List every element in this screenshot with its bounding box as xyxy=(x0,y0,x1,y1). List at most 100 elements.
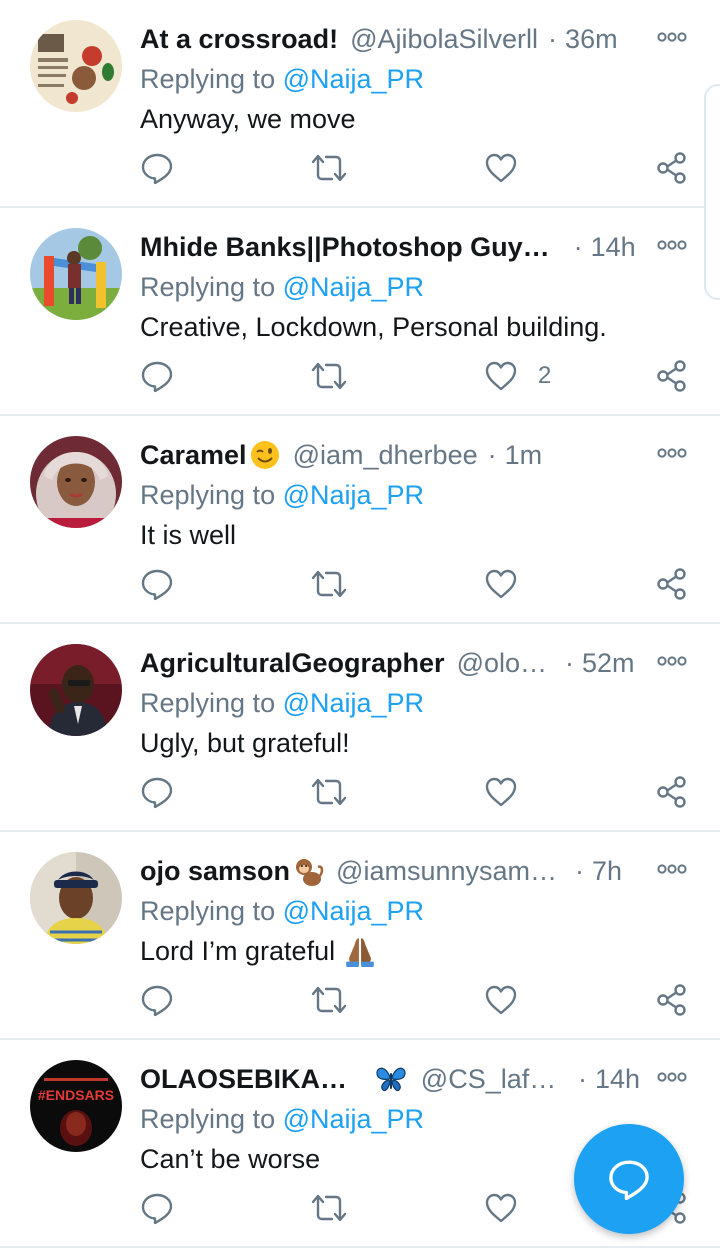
separator-dot: · xyxy=(575,856,585,886)
reply-button[interactable] xyxy=(140,146,174,190)
retweet-icon xyxy=(311,154,347,182)
retweet-icon xyxy=(311,778,347,806)
more-icon[interactable] xyxy=(656,1070,688,1084)
replying-to: Replying to @Naija_PR xyxy=(140,62,424,96)
replying-to: Replying to @Naija_PR xyxy=(140,478,424,512)
display-name[interactable]: AgriculturalGeographer xyxy=(140,646,445,680)
replying-to-label: Replying to xyxy=(140,272,283,302)
replying-to: Replying to @Naija_PR xyxy=(140,270,424,304)
tweet-text: Creative, Lockdown, Personal building. xyxy=(140,312,607,342)
side-drawer-handle[interactable] xyxy=(704,84,720,300)
retweet-button[interactable] xyxy=(310,354,348,398)
like-button[interactable]: 2 xyxy=(484,354,551,398)
replying-to-label: Replying to xyxy=(140,64,283,94)
heart-icon xyxy=(485,569,517,599)
tweet-actions: 2 xyxy=(0,354,720,398)
more-icon[interactable] xyxy=(656,30,688,44)
display-name[interactable]: OLAOSEBIKAN™ xyxy=(140,1062,363,1096)
tweet[interactable]: Caramel @iam_dherbee · 1m Replying to @N… xyxy=(0,416,720,624)
tweet[interactable]: AgriculturalGeographer @olo… · 52m Reply… xyxy=(0,624,720,832)
timestamp[interactable]: 36m xyxy=(565,22,618,56)
display-name[interactable]: ojo samson xyxy=(140,854,290,888)
like-button[interactable] xyxy=(484,562,538,606)
reply-icon xyxy=(141,153,173,185)
mention-link[interactable]: @Naija_PR xyxy=(283,1104,424,1134)
share-icon xyxy=(657,568,686,600)
mention-link[interactable]: @Naija_PR xyxy=(283,272,424,302)
winking-face-emoji xyxy=(250,441,279,469)
replying-to-label: Replying to xyxy=(140,688,283,718)
share-button[interactable] xyxy=(656,562,688,606)
like-button[interactable] xyxy=(484,770,538,814)
more-icon[interactable] xyxy=(656,446,688,460)
avatar[interactable] xyxy=(30,644,122,736)
retweet-icon xyxy=(311,362,347,390)
timestamp[interactable]: 1m xyxy=(505,438,543,472)
retweet-button[interactable] xyxy=(310,770,348,814)
share-button[interactable] xyxy=(656,978,688,1022)
display-name[interactable]: At a crossroad! xyxy=(140,22,338,56)
tweet-actions xyxy=(0,770,720,814)
reply-icon xyxy=(141,1193,173,1225)
tweet-actions xyxy=(0,978,720,1022)
like-button[interactable] xyxy=(484,978,538,1022)
retweet-button[interactable] xyxy=(310,1186,348,1230)
timestamp[interactable]: 14h xyxy=(595,1062,640,1096)
mention-link[interactable]: @Naija_PR xyxy=(283,688,424,718)
avatar[interactable]: #ENDSARS xyxy=(30,1060,122,1152)
more-icon[interactable] xyxy=(656,862,688,876)
reply-button[interactable] xyxy=(140,1186,174,1230)
retweet-button[interactable] xyxy=(310,978,348,1022)
like-button[interactable] xyxy=(484,1186,538,1230)
like-button[interactable] xyxy=(484,146,538,190)
more-icon[interactable] xyxy=(656,238,688,252)
heart-icon xyxy=(485,985,517,1015)
separator-dot: · xyxy=(565,648,575,678)
tweet[interactable]: At a crossroad! @AjibolaSilverll · 36m R… xyxy=(0,0,720,208)
separator-dot: · xyxy=(548,24,558,54)
handle[interactable]: @CS_lafl… xyxy=(421,1062,560,1096)
avatar-badge-text: #ENDSARS xyxy=(38,1087,114,1103)
timestamp[interactable]: 7h xyxy=(592,854,622,888)
share-button[interactable] xyxy=(656,354,688,398)
tweet[interactable]: Mhide Banks||Photoshop Guy… · 14h Replyi… xyxy=(0,208,720,416)
reply-button[interactable] xyxy=(140,770,174,814)
reply-icon xyxy=(141,569,173,601)
share-button[interactable] xyxy=(656,146,688,190)
replying-to-label: Replying to xyxy=(140,480,283,510)
tweet-actions xyxy=(0,562,720,606)
display-name[interactable]: Mhide Banks||Photoshop Guy… xyxy=(140,230,550,264)
handle[interactable]: @iam_dherbee xyxy=(293,438,478,472)
mention-link[interactable]: @Naija_PR xyxy=(283,896,424,926)
mention-link[interactable]: @Naija_PR xyxy=(283,64,424,94)
retweet-button[interactable] xyxy=(310,146,348,190)
share-button[interactable] xyxy=(656,770,688,814)
avatar[interactable] xyxy=(30,228,122,320)
display-name[interactable]: Caramel xyxy=(140,438,247,472)
tweet-text-content: Lord I’m grateful xyxy=(140,936,336,966)
separator-dot: · xyxy=(573,232,583,262)
tweet-text: Lord I’m grateful xyxy=(140,934,377,968)
tweet-text: Can’t be worse xyxy=(140,1144,321,1174)
avatar[interactable] xyxy=(30,20,122,112)
tweet[interactable]: ojo samson @iamsunnysam… · 7h Replying t… xyxy=(0,832,720,1040)
mention-link[interactable]: @Naija_PR xyxy=(283,480,424,510)
handle[interactable]: @iamsunnysam… xyxy=(336,854,557,888)
tweet-text: It is well xyxy=(140,520,237,550)
reply-button[interactable] xyxy=(140,562,174,606)
timestamp[interactable]: 14h xyxy=(591,230,636,264)
retweet-button[interactable] xyxy=(310,562,348,606)
avatar[interactable] xyxy=(30,852,122,944)
timestamp[interactable]: 52m xyxy=(582,646,635,680)
reply-icon xyxy=(141,361,173,393)
replying-to-label: Replying to xyxy=(140,896,283,926)
compose-reply-button[interactable] xyxy=(574,1124,684,1234)
reply-button[interactable] xyxy=(140,978,174,1022)
tweet-feed: At a crossroad! @AjibolaSilverll · 36m R… xyxy=(0,0,720,1250)
handle[interactable]: @olo… xyxy=(457,646,547,680)
reply-button[interactable] xyxy=(140,354,174,398)
avatar[interactable] xyxy=(30,436,122,528)
more-icon[interactable] xyxy=(656,654,688,668)
handle[interactable]: @AjibolaSilverll xyxy=(350,22,538,56)
share-icon xyxy=(657,776,686,808)
